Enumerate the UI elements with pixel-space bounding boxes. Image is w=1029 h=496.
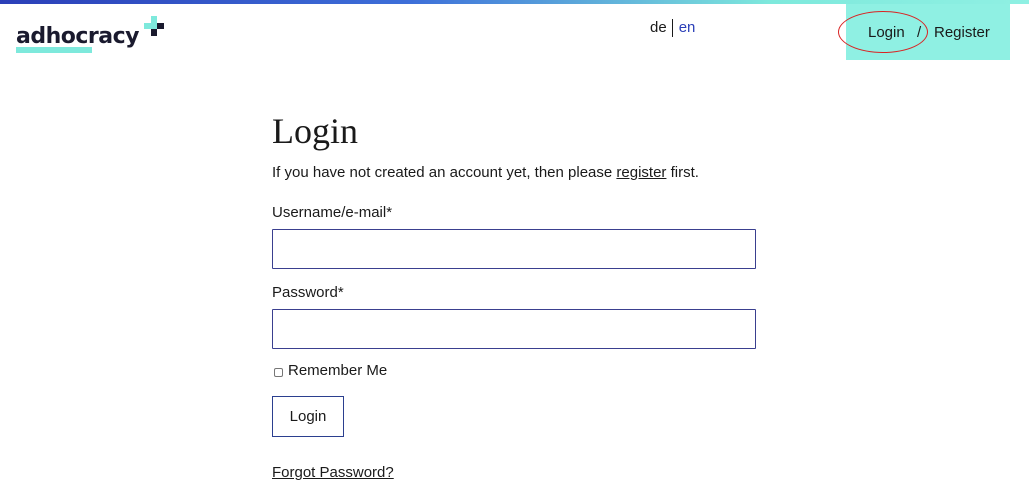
language-switcher: de en [650,19,695,37]
remember-me-label[interactable]: Remember Me [288,361,387,381]
password-label: Password* [272,284,344,301]
remember-me-checkbox[interactable] [274,368,283,377]
intro-text: If you have not created an account yet, … [272,163,756,183]
register-inline-link[interactable]: register [616,164,666,181]
page-title: Login [272,111,358,151]
remember-me-row: Remember Me [272,361,756,381]
header-login-link[interactable]: Login [868,24,905,41]
logo-text: adhocracy [16,24,140,49]
intro-text-after: first. [666,164,699,181]
login-submit-button[interactable]: Login [272,396,344,437]
username-label: Username/e-mail* [272,204,393,221]
login-form-section: Login If you have not created an account… [272,108,756,482]
language-en-link[interactable]: en [673,19,696,37]
header-register-link[interactable]: Register [934,24,990,41]
auth-separator: / [917,24,922,41]
intro-text-before: If you have not created an account yet, … [272,164,617,181]
username-input[interactable] [272,229,756,269]
adhocracy-logo[interactable]: adhocracy [16,14,176,54]
forgot-password-link[interactable]: Forgot Password? [272,464,394,481]
language-de-link[interactable]: de [650,19,673,37]
plus-mark-icon [144,16,164,36]
password-input[interactable] [272,309,756,349]
